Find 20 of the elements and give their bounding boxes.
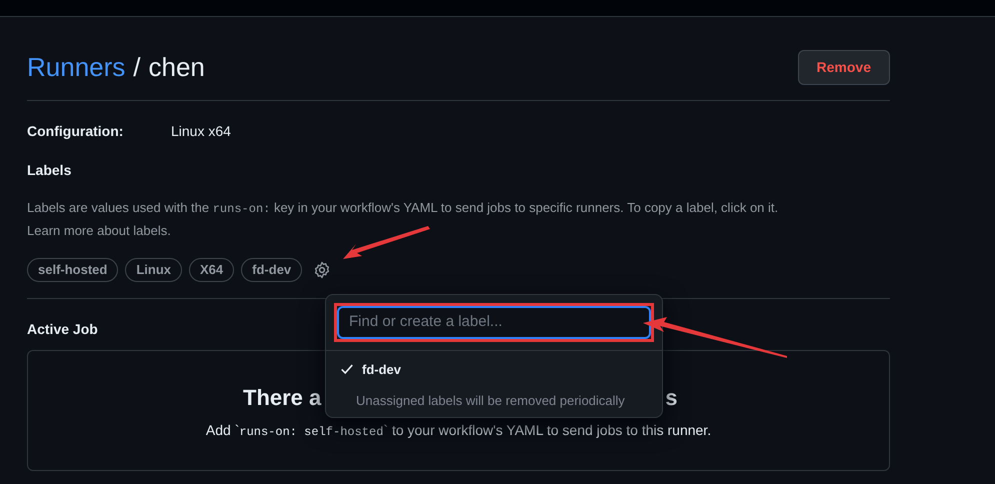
configuration-value: Linux x64 [171, 122, 231, 141]
empty-heading: There a [243, 384, 322, 411]
runner-name: chen [148, 51, 205, 84]
runners-link[interactable]: Runners [27, 48, 126, 87]
label-chip[interactable]: Linux [125, 258, 182, 282]
section-title: Labels [27, 161, 72, 180]
label-chip[interactable]: fd-dev [241, 258, 302, 282]
breadcrumb-separator: / [133, 51, 141, 84]
menu-note: Unassigned labels will be removed periodically [355, 392, 626, 410]
label-option[interactable]: fd-dev [326, 350, 662, 385]
remove-button[interactable]: Remove [798, 50, 890, 85]
empty-heading: s [665, 384, 678, 411]
learn-more-link[interactable]: Learn more about labels. [27, 220, 171, 242]
section-title: Active Job [27, 320, 98, 338]
settings-icon[interactable] [313, 260, 332, 279]
labels-description: Labels are values used with the runs-on: key in your workflow's YAML to send jobs to specific runners. To copy a label, click on it. [27, 199, 780, 218]
label-chip[interactable]: X64 [189, 258, 234, 282]
label-search-field[interactable]: Find or create a label... [337, 306, 651, 338]
configuration-label: Configuration: [27, 122, 124, 141]
label-chip[interactable]: self-hosted [27, 258, 118, 282]
